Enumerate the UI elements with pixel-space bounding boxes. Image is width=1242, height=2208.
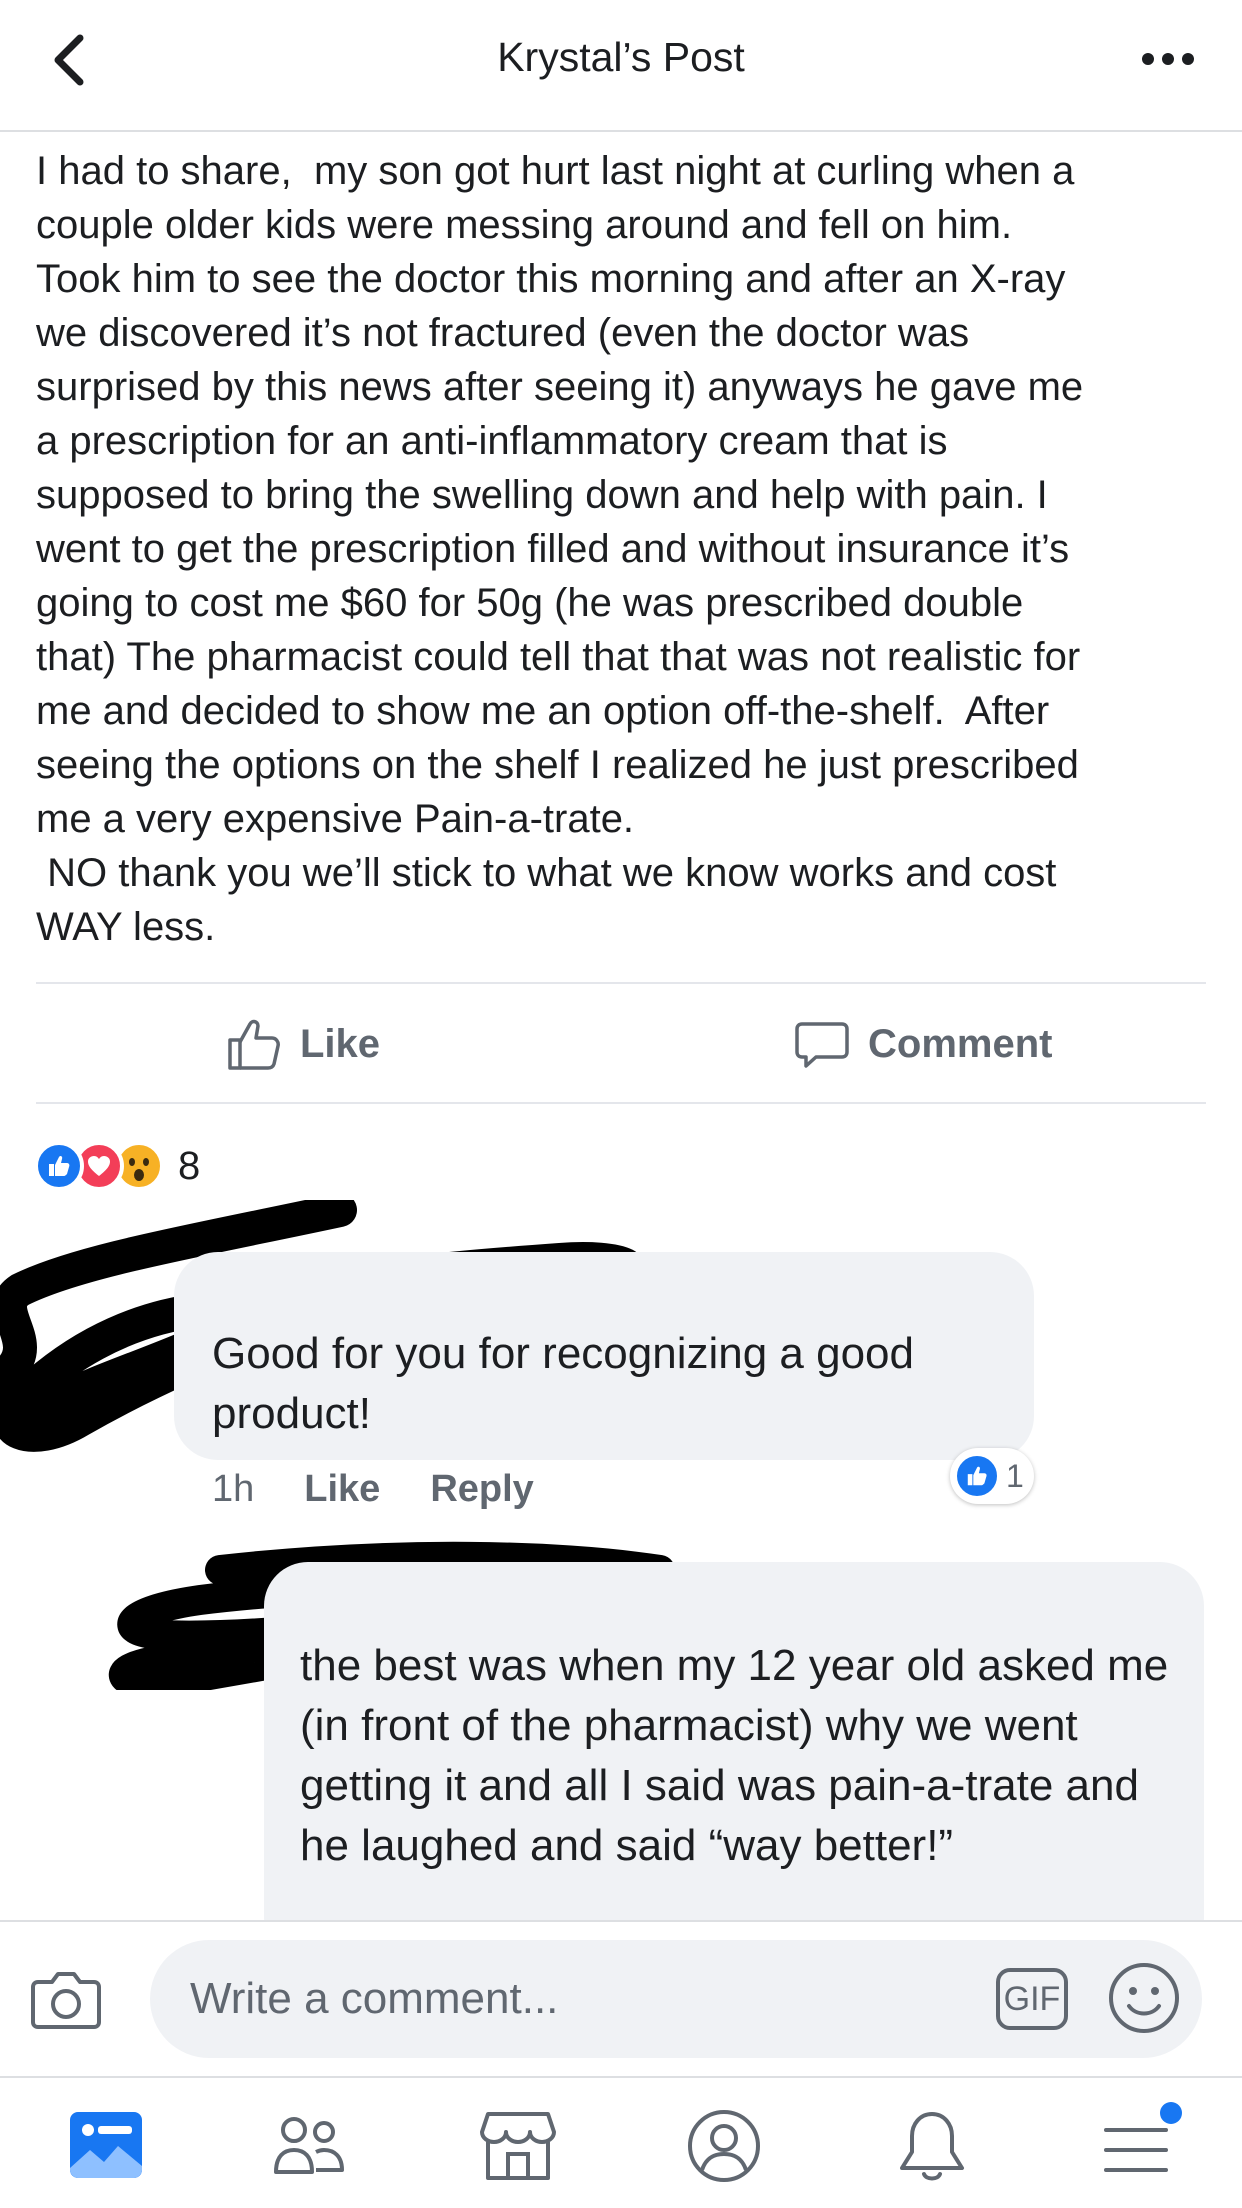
nav-friends[interactable]: [270, 2106, 350, 2186]
comment-reaction-count: 1: [1006, 1457, 1024, 1494]
comment-label: Comment: [868, 1021, 1053, 1066]
like-label: Like: [300, 1021, 381, 1066]
comment-like-button[interactable]: Like: [304, 1468, 380, 1511]
like-reaction-icon: [34, 1141, 84, 1191]
bottom-navigation: [0, 2076, 1242, 2208]
comment-button[interactable]: Comment: [794, 1012, 1052, 1076]
post-text: I had to share, my son got hurt last nig…: [36, 149, 1084, 949]
gif-button[interactable]: GIF: [996, 1968, 1068, 2030]
reaction-count: 8: [178, 1143, 201, 1188]
friends-icon: [274, 2117, 344, 2174]
nav-notifications[interactable]: [892, 2106, 972, 2186]
like-reaction-icon: [954, 1453, 1000, 1499]
like-button[interactable]: Like: [226, 1012, 380, 1076]
marketplace-icon: [480, 2112, 556, 2180]
emoji-button[interactable]: [1106, 1960, 1182, 2036]
profile-icon: [688, 2110, 760, 2182]
nav-profile[interactable]: [684, 2106, 764, 2186]
comment-timestamp: 1h: [212, 1468, 255, 1510]
thumbs-up-icon: [228, 1019, 280, 1070]
notification-dot: [1160, 2102, 1182, 2124]
speech-bubble-icon: [795, 1022, 849, 1068]
post-action-bar: Like Comment: [36, 982, 1206, 1104]
news-feed-icon: [70, 2112, 142, 2178]
comment-composer: GIF: [0, 1920, 1242, 2076]
smiley-icon: [1109, 1963, 1179, 2033]
comment-reaction-badge[interactable]: 1: [950, 1448, 1034, 1504]
camera-button[interactable]: [30, 1966, 102, 2030]
comment-text: Good for you for recognizing a good prod…: [212, 1329, 915, 1438]
nav-marketplace[interactable]: [478, 2106, 558, 2186]
more-options-button[interactable]: [1138, 34, 1198, 84]
camera-icon: [31, 1972, 101, 2029]
reactions-summary[interactable]: 8: [34, 1140, 200, 1192]
notifications-icon: [900, 2112, 964, 2181]
comment-meta: 1h Like Reply: [212, 1468, 534, 1511]
comment-text: the best was when my 12 year old asked m…: [300, 1641, 1169, 1870]
post-header: Krystal’s Post: [0, 0, 1242, 132]
nav-menu[interactable]: [1100, 2102, 1182, 2186]
more-horizontal-icon: [1142, 53, 1194, 65]
nav-news-feed[interactable]: [66, 2106, 146, 2186]
page-title: Krystal’s Post: [497, 34, 745, 80]
comment-reply-button[interactable]: Reply: [430, 1468, 533, 1511]
